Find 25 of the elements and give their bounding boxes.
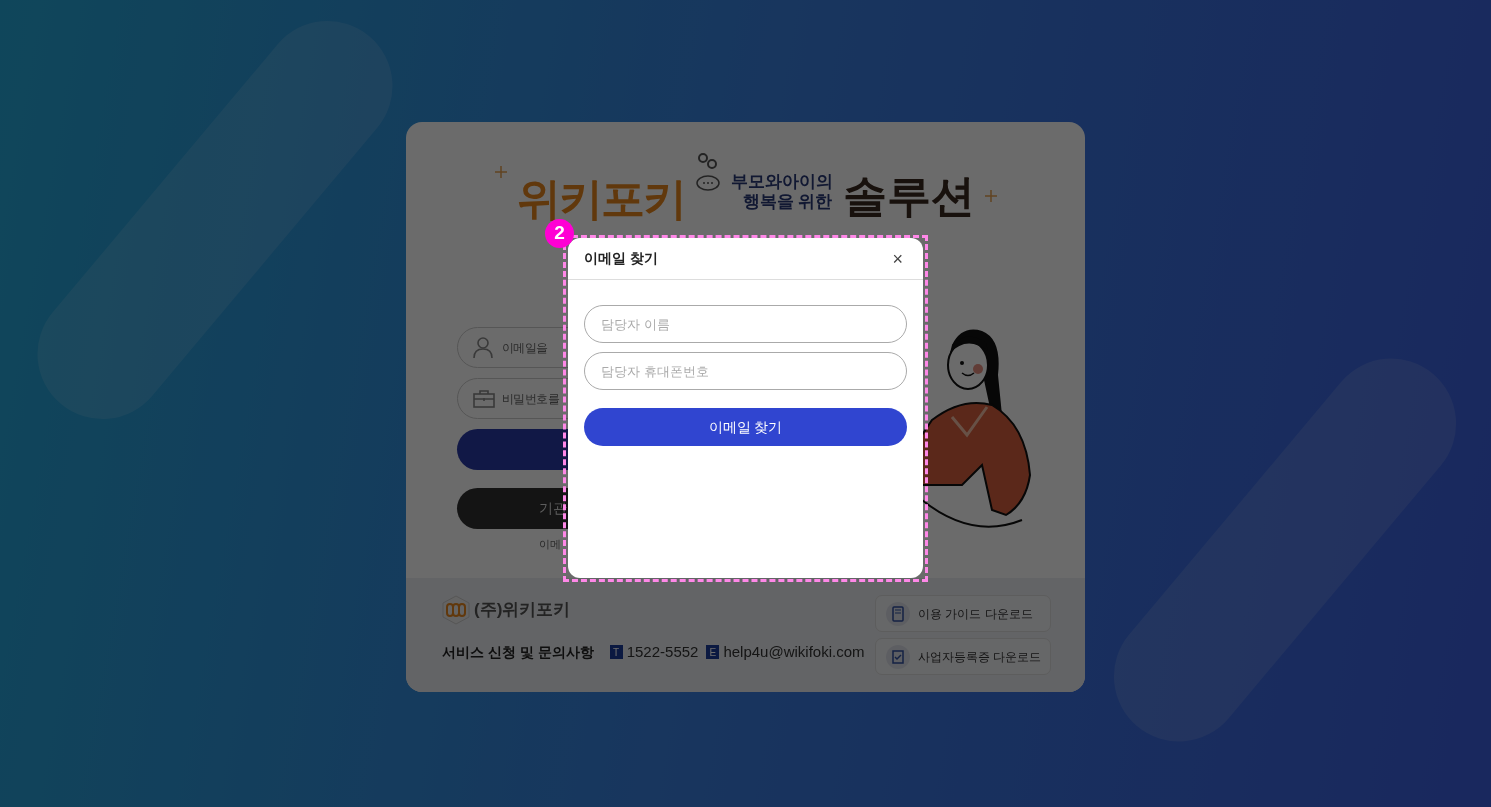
contact-type-icon: T — [609, 645, 623, 660]
sparkle-icon — [494, 166, 507, 178]
tagline-text: 행복을 위한 — [741, 191, 833, 212]
download-button[interactable]: 사업자등록증 다운로드 — [875, 638, 1051, 675]
contact-value: help4u@wikifoki.com — [723, 642, 865, 662]
input-field[interactable]: 담당자 휴대폰번호 — [584, 352, 907, 390]
contact-label: 서비스 신청 및 문의사항 — [442, 642, 594, 662]
download-button[interactable]: 이용 가이드 다운로드 — [875, 595, 1051, 632]
headline-title: 솔루션 — [842, 174, 975, 218]
input-field[interactable]: 담당자 이름 — [584, 305, 907, 343]
tagline-text: 부모와아이의 — [730, 172, 833, 192]
sparkle-icon — [984, 190, 997, 202]
brand-title: 위키포키 — [516, 177, 685, 221]
company-name: (주)위키포키 — [474, 599, 571, 622]
find-email-link[interactable]: 이메 — [539, 536, 561, 553]
contact-type-icon: E — [706, 645, 720, 660]
close-button[interactable]: × — [888, 247, 907, 270]
speech-bubble-icon — [694, 152, 721, 192]
user-icon — [473, 337, 493, 359]
find-email-button[interactable]: 이메일 찾기 — [584, 408, 907, 446]
contact-value: 1522-5552 — [626, 642, 699, 662]
company-logo-icon — [442, 595, 470, 625]
book-icon — [886, 601, 910, 626]
document-check-icon — [886, 644, 910, 669]
dialog-title: 이메일 찾기 — [584, 249, 658, 268]
